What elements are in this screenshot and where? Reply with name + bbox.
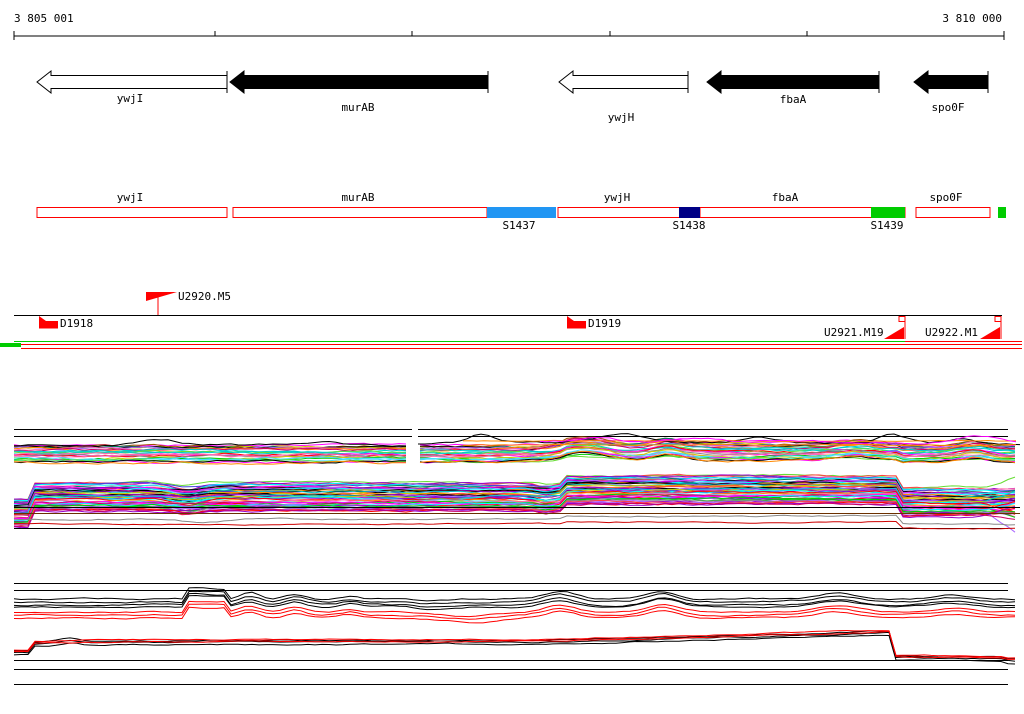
marker-label-U2922-M1: U2922.M1 [925, 326, 978, 339]
marker-label-D1918: D1918 [60, 317, 94, 330]
gene-arrow-fbaA[interactable] [706, 69, 880, 95]
marker-ramp-U2921.M19[interactable] [884, 327, 904, 339]
profile-line [14, 520, 1016, 530]
segment-S1439[interactable] [871, 207, 905, 218]
gene-arrow-spo0F[interactable] [913, 69, 989, 95]
transcript-label-murAB: murAB [341, 191, 375, 204]
marker-notch [994, 316, 1002, 322]
marker-down-flag-D1919[interactable] [567, 316, 586, 329]
segment-partial[interactable] [998, 207, 1006, 218]
transcript-label-fbaA: fbaA [771, 191, 799, 204]
profile-line [13, 592, 1016, 608]
marker-up-flag-U2920.M5[interactable] [146, 292, 177, 301]
gene-arrow-ywjI[interactable] [36, 69, 228, 95]
marker-label-U2921-M19: U2921.M19 [824, 326, 884, 339]
marker-label-U2920-M5: U2920.M5 [178, 290, 231, 303]
segment-S1437[interactable] [487, 207, 556, 218]
gene-label-ywjI: ywjI [116, 92, 144, 105]
marker-ramp-U2922.M1[interactable] [980, 327, 1000, 339]
gene-label-murAB: murAB [341, 101, 375, 114]
profile-line [13, 631, 1016, 662]
ruler-end-coordinate: 3 810 000 [942, 12, 1002, 25]
tracks-canvas [0, 31, 1022, 685]
segment-label-S1437: S1437 [502, 219, 536, 232]
transcript-box-ywjH[interactable] [557, 207, 701, 218]
segment-label-S1438: S1438 [672, 219, 706, 232]
transcript-box-ywjI[interactable] [36, 207, 228, 218]
genome-browser-view: 3 805 001 3 810 000 ywjI murAB ywjH fbaA… [0, 0, 1024, 714]
transcript-label-spo0F: spo0F [929, 191, 963, 204]
marker-down-flag-D1918[interactable] [39, 316, 58, 329]
gene-arrow-murAB[interactable] [229, 69, 489, 95]
segment-label-S1439: S1439 [870, 219, 904, 232]
gene-label-spo0F: spo0F [931, 101, 965, 114]
transcript-box-spo0F[interactable] [915, 207, 991, 218]
transcript-label-ywjH: ywjH [603, 191, 631, 204]
segment-S1438[interactable] [679, 207, 700, 218]
transcript-label-ywjI: ywjI [116, 191, 144, 204]
profile-line [13, 587, 1016, 602]
gene-arrow-ywjH[interactable] [558, 69, 689, 95]
marker-label-D1919: D1919 [588, 317, 622, 330]
gene-label-ywjH: ywjH [607, 111, 635, 124]
ruler-start-coordinate: 3 805 001 [14, 12, 74, 25]
gene-label-fbaA: fbaA [779, 93, 807, 106]
transcript-box-murAB[interactable] [232, 207, 488, 218]
marker-notch [898, 316, 906, 322]
